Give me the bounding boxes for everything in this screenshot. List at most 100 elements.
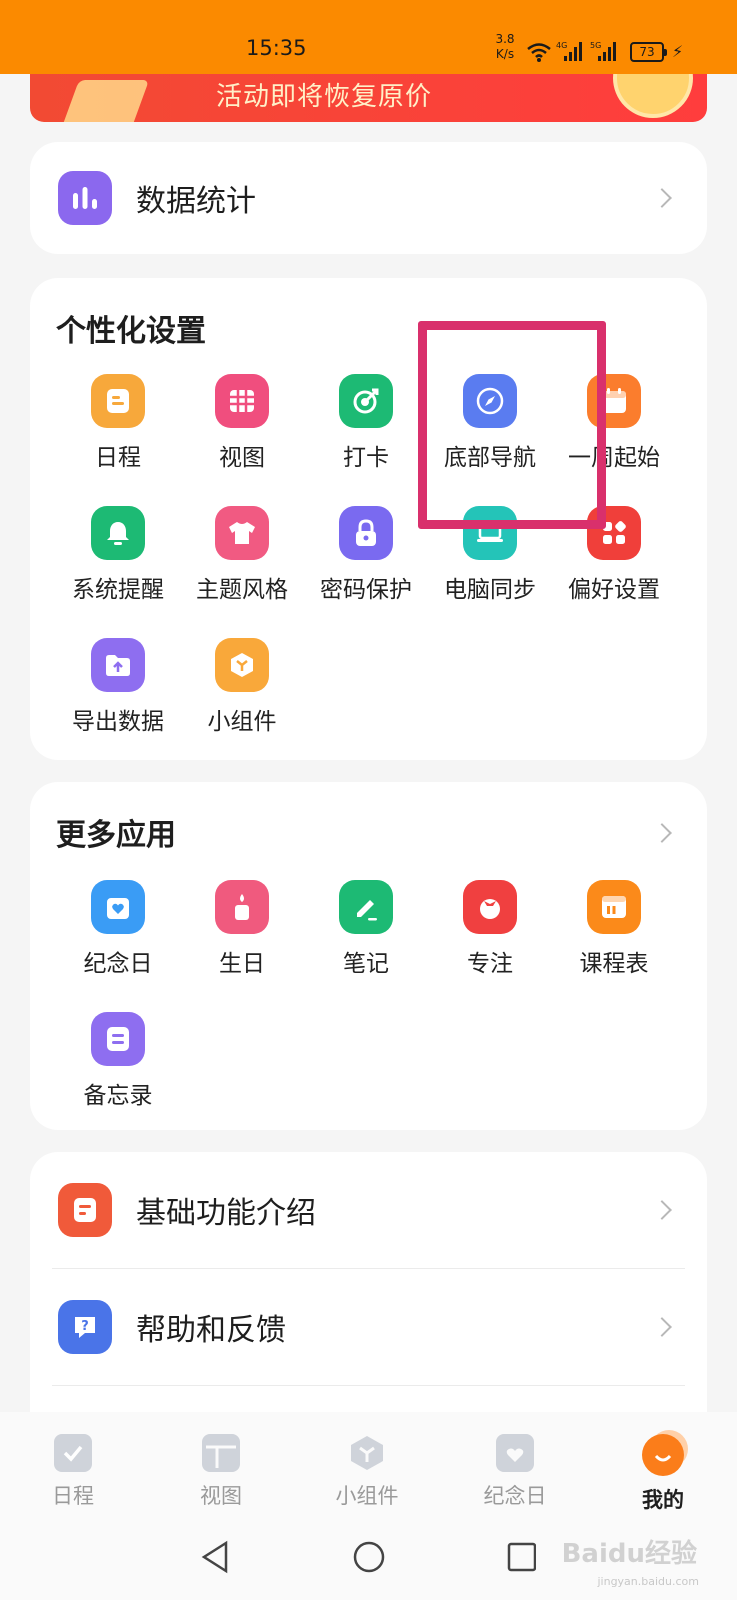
app-birthday[interactable]: 生日 <box>182 880 302 978</box>
cake-icon <box>215 880 269 934</box>
setting-label: 日程 <box>95 445 141 471</box>
network-speed: 3.8 K/s <box>490 32 520 62</box>
setting-view[interactable]: 视图 <box>182 374 302 472</box>
status-time: 15:35 <box>246 36 307 60</box>
widget-cube-icon <box>215 638 269 692</box>
setting-password[interactable]: 密码保护 <box>306 506 426 604</box>
charging-icon: ⚡ <box>672 42 684 61</box>
app-label: 笔记 <box>343 951 389 977</box>
setting-label: 系统提醒 <box>72 577 164 603</box>
bottom-nav: 日程 视图 小组件 纪念日 我的 <box>0 1412 737 1522</box>
pencil-icon <box>339 880 393 934</box>
status-bar: 15:35 3.8 K/s 4G 5G 73 ⚡ <box>0 0 737 74</box>
cube-icon <box>348 1434 386 1472</box>
network-speed-unit: K/s <box>495 47 515 61</box>
nav-schedule[interactable]: 日程 <box>18 1434 128 1510</box>
setting-label: 视图 <box>219 445 265 471</box>
help-feedback-row[interactable]: ? 帮助和反馈 <box>30 1269 707 1385</box>
intro-doc-icon <box>58 1183 112 1237</box>
app-timetable[interactable]: 课程表 <box>554 880 674 978</box>
setting-label: 密码保护 <box>320 577 412 603</box>
setting-label: 主题风格 <box>196 577 288 603</box>
gift-icon <box>60 80 150 122</box>
nav-label: 我的 <box>642 1488 684 1512</box>
network-speed-value: 3.8 <box>495 32 515 46</box>
grid-view-icon <box>215 374 269 428</box>
watermark-logo: Baidu经验 <box>561 1539 697 1569</box>
app-memo[interactable]: 备忘录 <box>58 1012 178 1110</box>
signal-5g-icon: 5G <box>590 41 616 61</box>
setting-theme[interactable]: 主题风格 <box>182 506 302 604</box>
setting-schedule[interactable]: 日程 <box>58 374 178 472</box>
svg-text:4G: 4G <box>556 41 567 50</box>
svg-text:5G: 5G <box>590 41 601 50</box>
setting-label: 导出数据 <box>72 709 164 735</box>
nav-label: 纪念日 <box>483 1484 547 1508</box>
check-square-icon <box>54 1434 92 1472</box>
link-label: 帮助和反馈 <box>136 1313 286 1348</box>
bar-chart-icon <box>58 171 112 225</box>
setting-export[interactable]: 导出数据 <box>58 638 178 736</box>
app-notes[interactable]: 笔记 <box>306 880 426 978</box>
highlight-annotation <box>418 321 606 529</box>
signal-4g-icon: 4G <box>556 41 582 61</box>
recents-icon[interactable] <box>506 1540 536 1574</box>
app-label: 课程表 <box>579 951 649 977</box>
more-apps-title: 更多应用 <box>56 818 176 853</box>
nav-label: 日程 <box>52 1484 94 1508</box>
setting-label: 电脑同步 <box>444 577 536 603</box>
setting-widget[interactable]: 小组件 <box>182 638 302 736</box>
setting-label: 偏好设置 <box>568 577 660 603</box>
home-icon[interactable] <box>352 1540 386 1574</box>
nav-anniversary[interactable]: 纪念日 <box>460 1434 570 1510</box>
battery-icon: 73 <box>630 42 667 62</box>
setting-reminder[interactable]: 系统提醒 <box>58 506 178 604</box>
anniversary-icon <box>91 880 145 934</box>
layout-icon <box>202 1434 240 1472</box>
watermark-url: jingyan.baidu.com <box>597 1575 699 1588</box>
app-label: 纪念日 <box>83 951 153 977</box>
more-apps-card: 更多应用 纪念日 生日 笔记 专注 课程表 备忘录 <box>30 782 707 1130</box>
links-card: 基础功能介绍 ? 帮助和反馈 <box>30 1152 707 1442</box>
setting-label: 小组件 <box>207 709 277 735</box>
setting-checkin[interactable]: 打卡 <box>306 374 426 472</box>
divider <box>52 1385 685 1386</box>
bell-icon <box>91 506 145 560</box>
nav-mine[interactable]: 我的 <box>608 1434 718 1514</box>
status-icons: 4G 5G 73 ⚡ <box>526 38 683 62</box>
app-label: 专注 <box>467 951 513 977</box>
nav-widget[interactable]: 小组件 <box>312 1434 422 1510</box>
export-folder-icon <box>91 638 145 692</box>
setting-label: 打卡 <box>343 445 389 471</box>
tomato-icon <box>463 880 517 934</box>
calendar-heart-icon <box>496 1434 534 1472</box>
lock-icon <box>339 506 393 560</box>
promo-text: 活动即将恢复原价 <box>216 82 433 112</box>
schedule-icon <box>91 374 145 428</box>
svg-text:?: ? <box>81 1319 89 1334</box>
app-focus[interactable]: 专注 <box>430 880 550 978</box>
memo-icon <box>91 1012 145 1066</box>
system-nav: Baidu经验 jingyan.baidu.com <box>0 1522 737 1600</box>
chevron-right-icon <box>652 188 672 208</box>
stats-card[interactable]: 数据统计 <box>30 142 707 254</box>
personalization-title: 个性化设置 <box>56 314 206 349</box>
back-icon[interactable] <box>200 1540 230 1574</box>
chevron-right-icon <box>652 1200 672 1220</box>
nav-view[interactable]: 视图 <box>166 1434 276 1510</box>
timetable-icon <box>587 880 641 934</box>
target-icon <box>339 374 393 428</box>
more-apps-chevron-icon[interactable] <box>652 823 672 843</box>
link-label: 基础功能介绍 <box>136 1196 316 1231</box>
nav-label: 小组件 <box>335 1484 399 1508</box>
basic-intro-row[interactable]: 基础功能介绍 <box>30 1152 707 1268</box>
profile-smile-icon <box>642 1434 684 1476</box>
app-anniversary[interactable]: 纪念日 <box>58 880 178 978</box>
wifi-icon <box>527 43 551 62</box>
nav-label: 视图 <box>200 1484 242 1508</box>
chevron-right-icon <box>652 1317 672 1337</box>
stats-label: 数据统计 <box>136 184 256 219</box>
shirt-icon <box>215 506 269 560</box>
app-label: 备忘录 <box>83 1083 153 1109</box>
help-icon: ? <box>58 1300 112 1354</box>
